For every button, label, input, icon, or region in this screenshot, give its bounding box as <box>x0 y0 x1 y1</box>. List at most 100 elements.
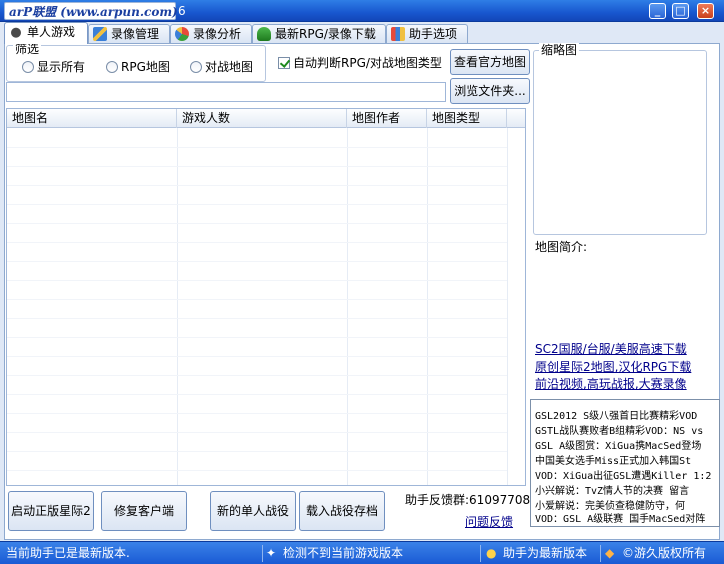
path-input[interactable] <box>6 82 446 102</box>
table-row-line <box>7 299 507 300</box>
edit-icon <box>93 27 107 41</box>
news-box[interactable]: GSL2012 S级八强首日比赛精彩VOD GSTL战队赛败者B组精彩VOD：N… <box>530 399 720 527</box>
tab-label: 单人游戏 <box>27 25 76 39</box>
link-rpg-download[interactable]: 原创星际2地图,汉化RPG下载 <box>535 360 691 374</box>
button-label: 载入战役存档 <box>305 504 378 518</box>
column-divider <box>507 128 508 485</box>
official-maps-button[interactable]: 查看官方地图 <box>450 49 530 75</box>
table-row-line <box>7 185 507 186</box>
update-icon: ● <box>486 546 497 560</box>
table-row-line <box>7 223 507 224</box>
options-icon <box>391 27 405 41</box>
radio-icon <box>106 61 118 73</box>
status-copyright: ©游久版权所有 <box>622 546 707 560</box>
tab-label: 最新RPG/录像下载 <box>275 27 376 41</box>
close-button[interactable]: × <box>697 3 714 19</box>
copyright-icon: ◆ <box>605 546 615 560</box>
repair-client-button[interactable]: 修复客户端 <box>101 491 187 531</box>
thumbnail-legend: 缩略图 <box>539 43 580 57</box>
table-row-line <box>7 318 507 319</box>
status-helper-version: 当前助手已是最新版本. <box>6 546 130 560</box>
tab-options[interactable]: 助手选项 <box>386 24 468 44</box>
minimize-icon: _ <box>654 4 661 17</box>
gamepad-icon <box>9 25 23 39</box>
radio-label: RPG地图 <box>121 60 170 74</box>
feedback-link[interactable]: 问题反馈 <box>465 515 513 529</box>
minimize-button[interactable]: _ <box>649 3 666 19</box>
table-row-line <box>7 280 507 281</box>
thumbnail-group <box>533 50 707 235</box>
news-item[interactable]: GSTL战队赛败者B组精彩VOD：NS vs <box>535 426 703 438</box>
close-icon: × <box>700 4 711 17</box>
button-label: 查看官方地图 <box>453 55 526 69</box>
table-row-line <box>7 242 507 243</box>
maximize-icon: □ <box>675 4 686 17</box>
auto-detect-checkbox[interactable]: 自动判断RPG/对战地图类型 <box>278 56 442 70</box>
button-label: 修复客户端 <box>113 504 174 518</box>
radio-rpg-maps[interactable]: RPG地图 <box>106 60 170 74</box>
table-row-line <box>7 375 507 376</box>
table-row-line <box>7 204 507 205</box>
radio-icon <box>190 61 202 73</box>
maximize-button[interactable]: □ <box>672 3 689 19</box>
map-table[interactable]: 地图名 游戏人数 地图作者 地图类型 <box>6 108 526 486</box>
news-item[interactable]: 中国美女选手Miss正式加入韩国St <box>535 456 691 468</box>
status-icon: ✦ <box>266 546 277 560</box>
tab-latest-downloads[interactable]: 最新RPG/录像下载 <box>252 24 386 44</box>
radio-icon <box>22 61 34 73</box>
status-game-version: 检测不到当前游戏版本 <box>283 546 404 560</box>
radio-show-all[interactable]: 显示所有 <box>22 60 85 74</box>
table-row-line <box>7 356 507 357</box>
status-bar: 当前助手已是最新版本. ✦ 检测不到当前游戏版本 ● 助手为最新版本 ◆ ©游久… <box>0 541 724 564</box>
feedback-group-text: 助手反馈群:61097708 <box>405 493 531 507</box>
table-row-line <box>7 413 507 414</box>
column-header-map-name[interactable]: 地图名 <box>7 109 177 128</box>
news-item[interactable]: GSL A级图赏：XiGua携MacSed登场 <box>535 441 701 453</box>
status-divider <box>262 545 263 562</box>
table-row-line <box>7 470 507 471</box>
load-save-button[interactable]: 载入战役存档 <box>299 491 385 531</box>
status-divider <box>480 545 481 562</box>
radio-label: 对战地图 <box>205 60 254 74</box>
tab-replay-manager[interactable]: 录像管理 <box>88 24 170 44</box>
map-intro-label: 地图简介: <box>535 240 588 254</box>
news-item[interactable]: 小兴解说：TvZ情人节的决赛 留言 <box>535 486 689 498</box>
tab-label: 录像分析 <box>193 27 242 41</box>
table-row-line <box>7 394 507 395</box>
news-item[interactable]: VOD：GSL A级联赛 国手MacSed对阵 <box>535 514 705 526</box>
tab-bar: 单人游戏 录像管理 录像分析 最新RPG/录像下载 助手选项 <box>4 22 720 44</box>
table-row-line <box>7 451 507 452</box>
table-row-line <box>7 261 507 262</box>
status-divider <box>600 545 601 562</box>
link-videos[interactable]: 前沿视频,高玩战报,大赛录像 <box>535 377 687 391</box>
tab-replay-analysis[interactable]: 录像分析 <box>170 24 252 44</box>
news-item[interactable]: GSL2012 S级八强首日比赛精彩VOD <box>535 411 697 423</box>
column-header-players[interactable]: 游戏人数 <box>177 109 347 128</box>
table-row-line <box>7 432 507 433</box>
table-row-line <box>7 166 507 167</box>
column-header-type[interactable]: 地图类型 <box>427 109 507 128</box>
tab-single-player[interactable]: 单人游戏 <box>4 22 88 44</box>
checkbox-label: 自动判断RPG/对战地图类型 <box>293 56 442 70</box>
table-row-line <box>7 147 507 148</box>
button-label: 浏览文件夹... <box>454 84 526 98</box>
tab-label: 助手选项 <box>409 27 458 41</box>
button-label: 新的单人战役 <box>216 504 289 518</box>
tab-label: 录像管理 <box>111 27 160 41</box>
status-update[interactable]: 助手为最新版本 <box>503 542 587 564</box>
filter-legend: 筛选 <box>13 42 42 56</box>
window-title: arP联盟 (www.arpun.com) <box>9 5 178 19</box>
link-sc2-download[interactable]: SC2国服/台服/美服高速下载 <box>535 342 687 356</box>
radio-label: 显示所有 <box>37 60 86 74</box>
news-item[interactable]: 小爱解说：完美侦查稳健防守，何 <box>535 501 685 513</box>
radio-melee-maps[interactable]: 对战地图 <box>190 60 253 74</box>
checkbox-icon <box>278 57 290 69</box>
table-row-line <box>7 337 507 338</box>
column-header-author[interactable]: 地图作者 <box>347 109 427 128</box>
table-header: 地图名 游戏人数 地图作者 地图类型 <box>7 109 525 128</box>
browse-folder-button[interactable]: 浏览文件夹... <box>450 78 530 104</box>
new-campaign-button[interactable]: 新的单人战役 <box>210 491 296 531</box>
pie-chart-icon <box>175 27 189 41</box>
news-item[interactable]: VOD：XiGua出征GSL遭遇Killer 1:2 <box>535 471 711 483</box>
launch-sc2-button[interactable]: 启动正版星际2 <box>8 491 94 531</box>
